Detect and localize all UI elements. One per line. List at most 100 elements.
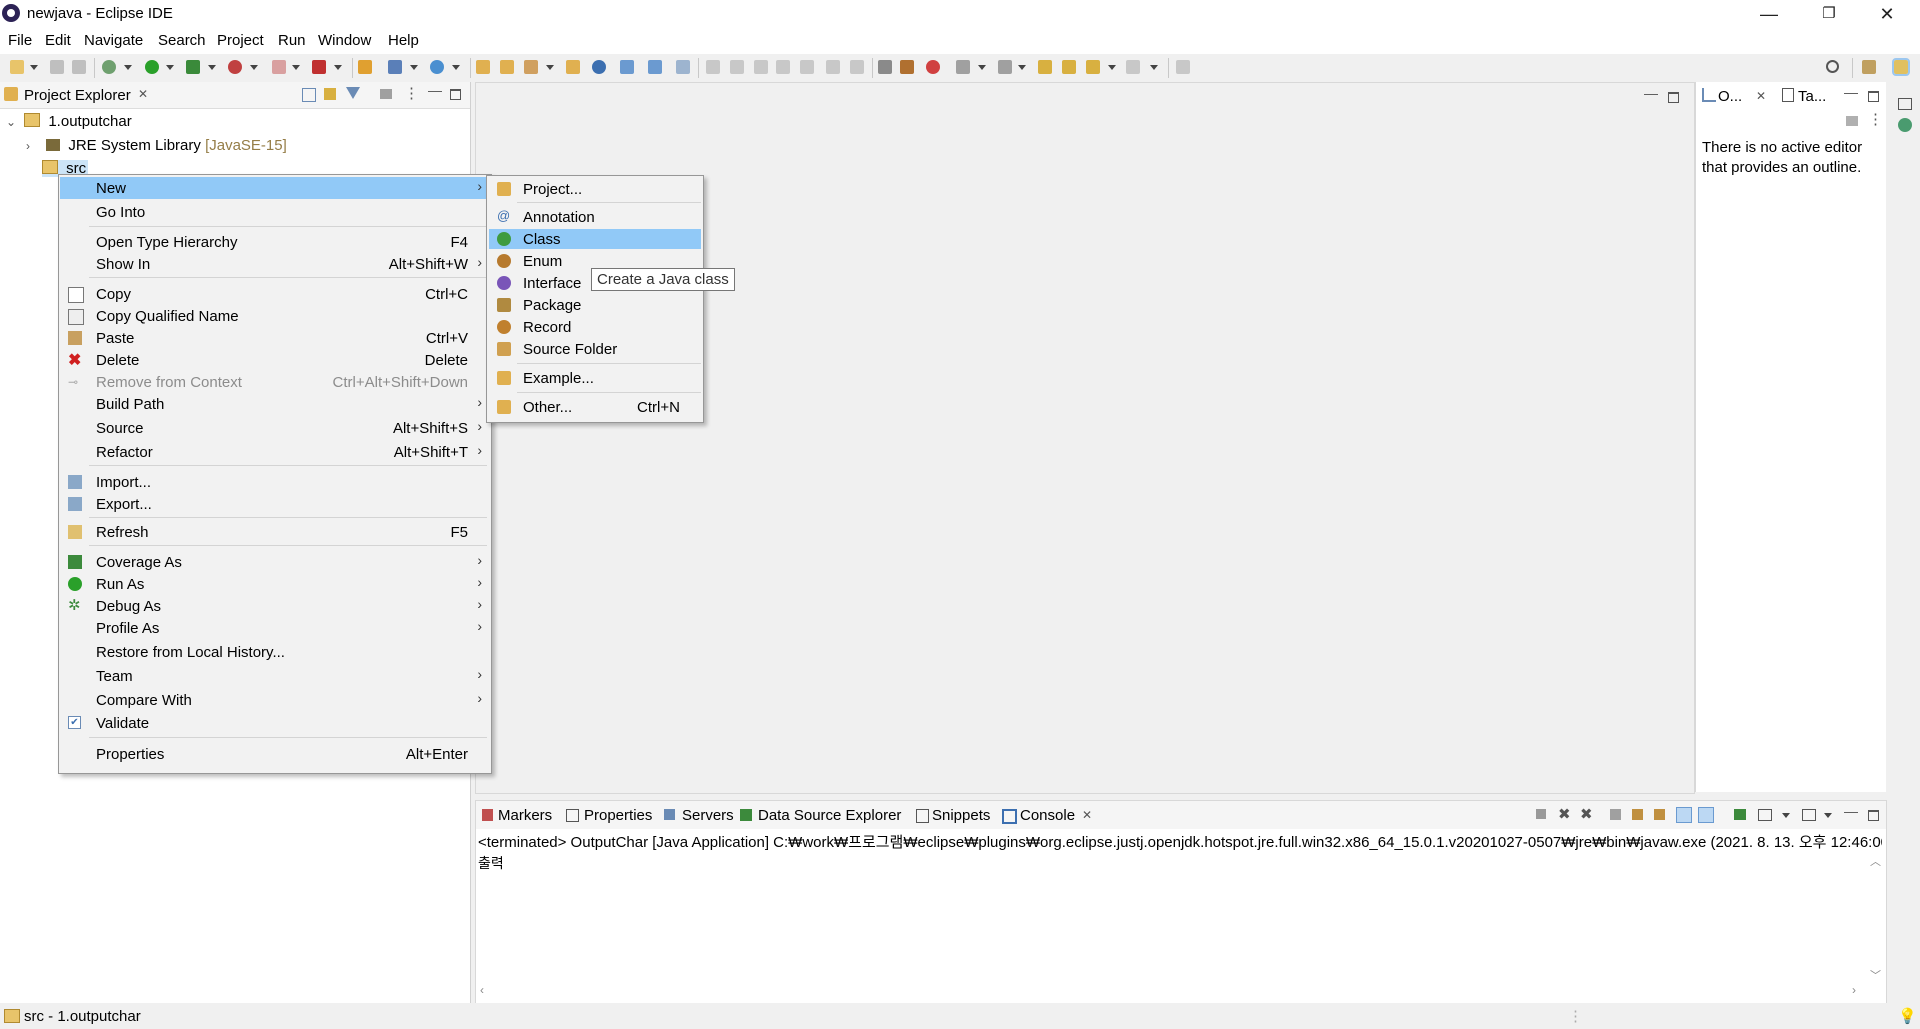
debug-icon[interactable] [102, 60, 116, 74]
link-editor-icon[interactable] [324, 88, 336, 100]
focus-outline-icon[interactable] [1846, 116, 1858, 126]
collapse-all-icon[interactable] [302, 88, 316, 102]
sub-item-annotation[interactable]: @ Annotation [489, 207, 701, 227]
minimize-editor-icon[interactable]: — [1644, 85, 1658, 101]
open-perspective-icon[interactable] [1862, 60, 1876, 74]
next-annotation-icon[interactable] [956, 60, 970, 74]
chevron-down-icon[interactable]: ⌄ [6, 115, 20, 129]
server-icon[interactable] [312, 60, 326, 74]
menu-search[interactable]: Search [158, 32, 206, 49]
ctx-item-properties[interactable]: Properties Alt+Enter [60, 743, 490, 765]
scroll-lock-icon[interactable] [1632, 809, 1643, 820]
scroll-down-icon[interactable]: ﹀ [1870, 967, 1881, 983]
ctx-item-export[interactable]: Export... [60, 493, 490, 515]
pin-console-icon[interactable] [1734, 809, 1746, 820]
tree-row-jre[interactable]: › JRE System Library [JavaSE-15] [26, 137, 287, 154]
ctx-item-refactor[interactable]: Refactor Alt+Shift+T › [60, 441, 490, 463]
remove-launch-icon[interactable]: ✖ [1558, 805, 1571, 823]
last-edit-icon[interactable] [1038, 60, 1052, 74]
menu-file[interactable]: File [8, 32, 32, 49]
minimize-button[interactable]: — [1746, 0, 1792, 28]
menu-run[interactable]: Run [278, 32, 306, 49]
tab-tasks[interactable]: Ta... [1798, 88, 1826, 105]
console-hscrollbar[interactable]: ‹ › [476, 983, 1864, 1001]
ctx-item-delete[interactable]: ✖ Delete Delete [60, 349, 490, 371]
disconnect-icon[interactable] [776, 60, 790, 74]
word-wrap-icon[interactable] [878, 60, 892, 74]
ctx-item-source[interactable]: Source Alt+Shift+S › [60, 417, 490, 439]
sub-item-class[interactable]: Class [489, 229, 701, 249]
open-resource-icon[interactable] [566, 60, 580, 74]
toggle-mark-icon[interactable] [900, 60, 914, 74]
close-console-icon[interactable]: ✕ [1082, 808, 1092, 822]
show-stderr-icon[interactable] [1698, 807, 1714, 823]
focus-task-icon[interactable] [380, 89, 392, 99]
menu-navigate[interactable]: Navigate [84, 32, 143, 49]
restore-trim-icon[interactable] [1898, 98, 1912, 110]
step-into-icon[interactable] [800, 60, 814, 74]
minimize-outline-icon[interactable]: — [1844, 84, 1858, 100]
close-outline-icon[interactable]: ✕ [1756, 89, 1766, 103]
ctx-item-validate[interactable]: ✔ Validate [60, 712, 490, 734]
remove-all-icon[interactable]: ✖ [1580, 805, 1593, 823]
new-java-project-icon[interactable] [358, 60, 372, 74]
annotation-icon[interactable] [620, 60, 634, 74]
open-task-icon[interactable] [500, 60, 514, 74]
clear-console-icon[interactable] [1610, 809, 1621, 820]
tab-properties[interactable]: Properties [584, 807, 652, 824]
show-stdout-icon[interactable] [1676, 807, 1692, 823]
ctx-item-refresh[interactable]: Refresh F5 [60, 521, 490, 543]
menu-window[interactable]: Window [318, 32, 371, 49]
step-return-icon[interactable] [850, 60, 864, 74]
ctx-item-restore-local-history[interactable]: Restore from Local History... [60, 641, 490, 663]
ctx-item-debug-as[interactable]: ✲ Debug As › [60, 595, 490, 617]
ctx-item-build-path[interactable]: Build Path › [60, 393, 490, 415]
terminate-icon[interactable] [754, 60, 768, 74]
outline-menu-icon[interactable]: ⋮ [1868, 110, 1883, 128]
scroll-right-icon[interactable]: › [1852, 983, 1856, 997]
save-icon[interactable] [50, 60, 64, 74]
run-icon[interactable] [145, 60, 159, 74]
refresh-icon[interactable] [926, 60, 940, 74]
skip-breakpoints-icon[interactable] [676, 60, 690, 74]
prev-annotation-icon[interactable] [998, 60, 1012, 74]
close-button[interactable]: ✕ [1864, 0, 1910, 28]
tab-servers[interactable]: Servers [682, 807, 734, 824]
sub-item-other[interactable]: Other... Ctrl+N [489, 397, 701, 417]
coverage-icon[interactable] [186, 60, 200, 74]
tab-outline[interactable]: O... [1718, 88, 1742, 105]
ctx-item-new[interactable]: New › [60, 177, 490, 199]
ctx-item-paste[interactable]: Paste Ctrl+V [60, 327, 490, 349]
save-all-icon[interactable] [72, 60, 86, 74]
open-console-icon[interactable] [1802, 809, 1816, 821]
ctx-item-remove-from-context[interactable]: ⊸ Remove from Context Ctrl+Alt+Shift+Down [60, 371, 490, 393]
sub-item-source-folder[interactable]: Source Folder [489, 339, 701, 359]
open-type-icon[interactable] [476, 60, 490, 74]
scroll-up-icon[interactable]: ︿ [1870, 853, 1881, 869]
ctx-item-coverage-as[interactable]: Coverage As › [60, 551, 490, 573]
ctx-item-copy[interactable]: Copy Ctrl+C [60, 283, 490, 305]
trim-outline-icon[interactable] [1898, 118, 1912, 132]
tab-console[interactable]: Console [1020, 807, 1075, 824]
sub-item-record[interactable]: Record [489, 317, 701, 337]
ctx-item-run-as[interactable]: Run As › [60, 573, 490, 595]
new-package-icon[interactable] [388, 60, 402, 74]
maximize-console-icon[interactable] [1868, 810, 1879, 821]
suspend-icon[interactable] [730, 60, 744, 74]
maximize-editor-icon[interactable] [1668, 92, 1679, 103]
console-vscrollbar[interactable]: ︿ ﹀ [1866, 853, 1884, 983]
minimize-view-icon[interactable]: — [428, 82, 442, 98]
ctx-item-open-type-hierarchy[interactable]: Open Type Hierarchy F4 [60, 231, 490, 253]
tip-lightbulb-icon[interactable]: 💡 [1898, 1007, 1917, 1025]
ctx-item-go-into[interactable]: Go Into [60, 201, 490, 223]
back-icon[interactable] [1086, 60, 1100, 74]
sub-item-package[interactable]: Package [489, 295, 701, 315]
close-tab-icon[interactable]: ✕ [138, 87, 148, 101]
tab-snippets[interactable]: Snippets [932, 807, 990, 824]
scroll-left-icon[interactable]: ‹ [480, 983, 484, 997]
new-class-icon[interactable] [430, 60, 444, 74]
step-over-icon[interactable] [826, 60, 840, 74]
restore-button[interactable]: ❐ [1806, 0, 1852, 28]
external-tools-icon[interactable] [228, 60, 242, 74]
project-explorer-tab[interactable]: Project Explorer [24, 87, 131, 104]
